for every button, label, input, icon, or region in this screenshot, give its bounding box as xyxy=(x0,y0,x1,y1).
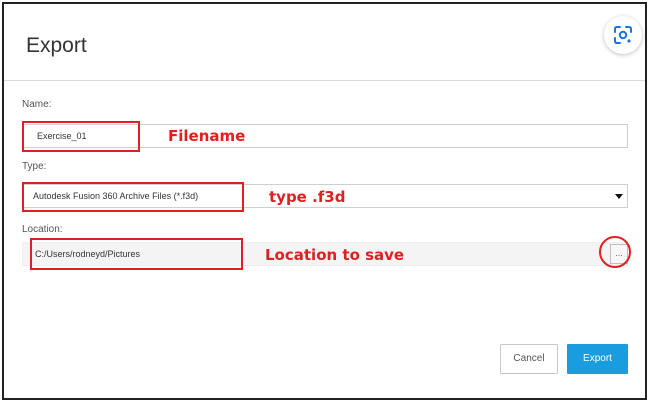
location-highlight-box xyxy=(30,238,243,270)
location-label: Location: xyxy=(22,224,63,235)
dialog-title: Export xyxy=(26,34,87,57)
browse-highlight-circle xyxy=(599,236,631,268)
location-annotation: Location to save xyxy=(265,246,405,264)
filename-annotation: Filename xyxy=(168,127,246,145)
google-lens-button[interactable] xyxy=(604,16,642,54)
filename-highlight-box xyxy=(22,121,140,152)
chevron-down-icon xyxy=(615,194,623,199)
export-button[interactable]: Export xyxy=(567,344,628,374)
cancel-button[interactable]: Cancel xyxy=(500,344,558,374)
type-label: Type: xyxy=(22,161,47,172)
header-divider xyxy=(4,80,645,81)
google-lens-icon xyxy=(614,26,632,44)
name-label: Name: xyxy=(22,99,52,110)
type-annotation: type .f3d xyxy=(269,188,346,206)
type-highlight-box xyxy=(22,182,244,212)
